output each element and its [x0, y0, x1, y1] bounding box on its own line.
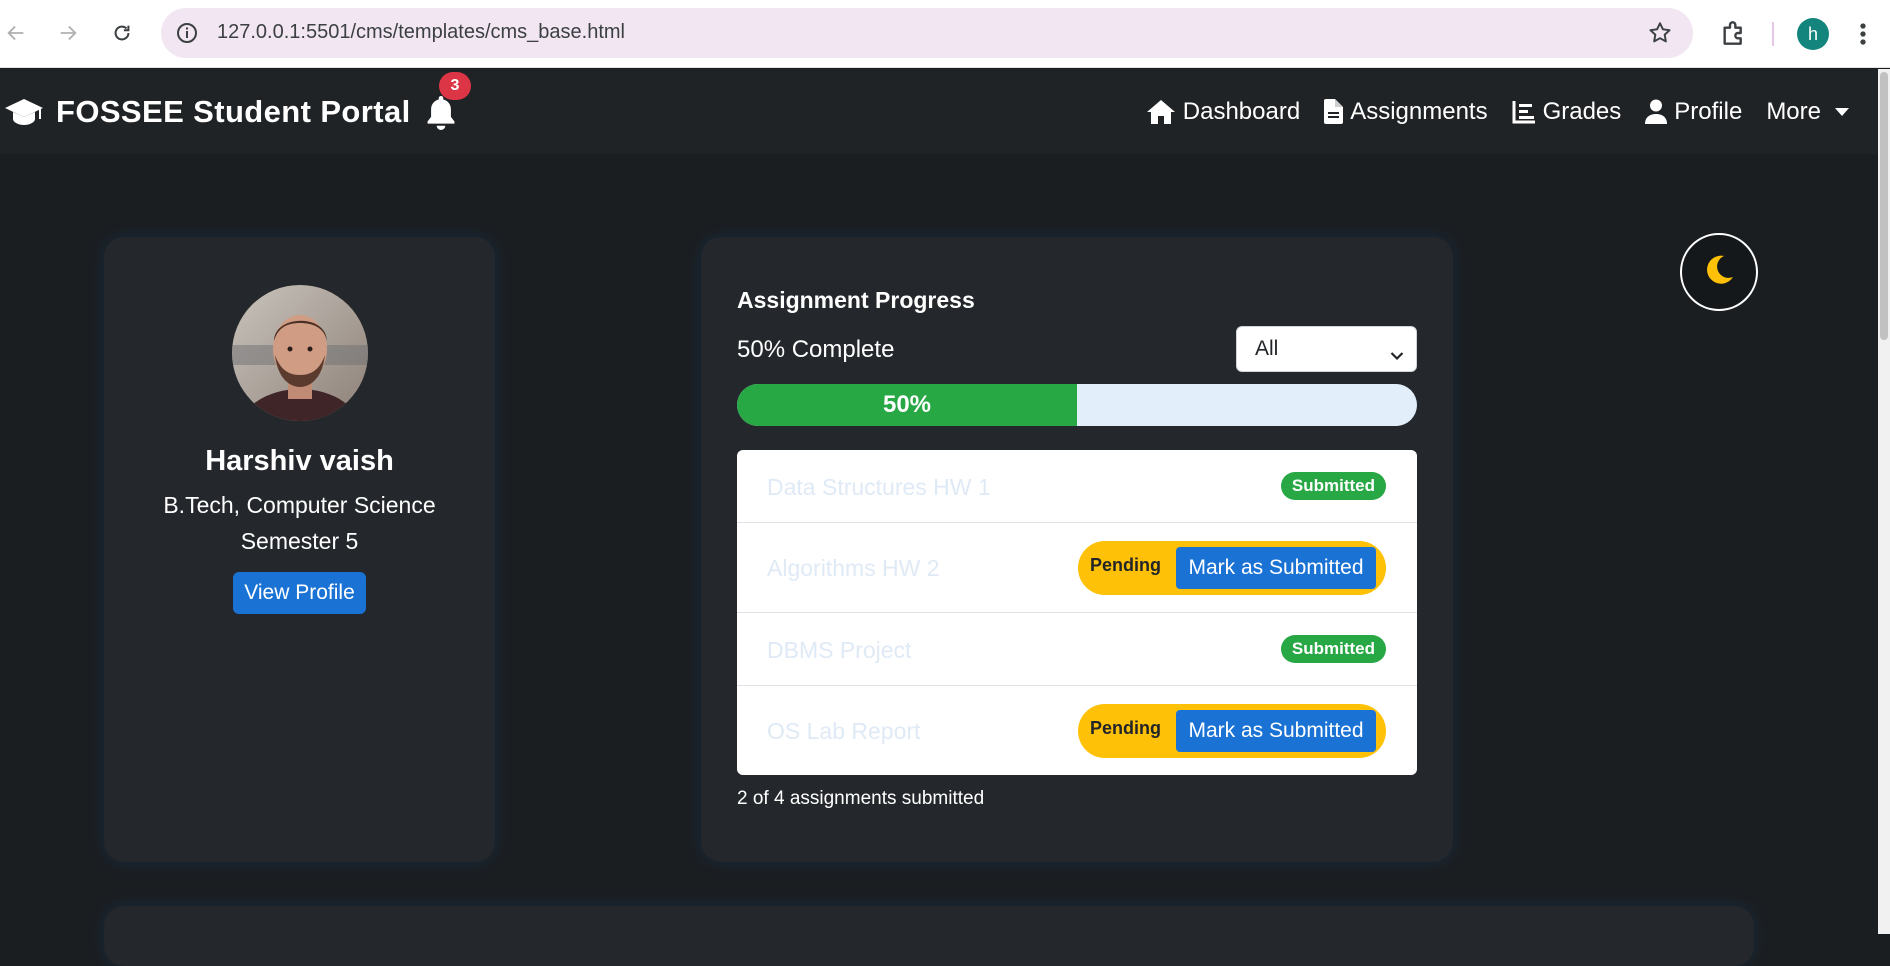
caret-down-icon [1835, 107, 1849, 116]
extensions-icon[interactable] [1718, 17, 1750, 54]
avatar [232, 285, 368, 421]
progress-bar-fill: 50% [737, 384, 1077, 426]
browser-menu-icon[interactable] [1856, 18, 1870, 55]
progress-title: Assignment Progress [737, 287, 975, 313]
browser-profile-avatar[interactable]: h [1797, 18, 1829, 50]
chevron-down-icon [1390, 343, 1404, 367]
status-badge: Submitted [1280, 472, 1386, 500]
file-icon [1324, 99, 1344, 124]
nav-more-label: More [1766, 97, 1821, 125]
toolbar-separator [1772, 22, 1774, 46]
nav-assignments-label: Assignments [1350, 97, 1488, 125]
progress-bar: 50% [737, 384, 1417, 426]
back-icon[interactable] [0, 17, 32, 49]
mark-as-submitted-button[interactable]: Mark as Submitted [1176, 710, 1376, 752]
list-item: Algorithms HW 2 Pending Mark as Submitte… [737, 523, 1417, 613]
list-item: OS Lab Report Pending Mark as Submitted [737, 686, 1417, 775]
nav-assignments[interactable]: Assignments [1324, 97, 1488, 126]
list-item: DBMS Project Submitted [737, 613, 1417, 686]
address-bar[interactable]: 127.0.0.1:5501/cms/templates/cms_base.ht… [161, 8, 1693, 58]
assignment-title: Algorithms HW 2 [767, 555, 940, 581]
assignment-list: Data Structures HW 1 Submitted Algorithm… [737, 450, 1417, 775]
user-icon [1645, 99, 1668, 124]
site-info-icon[interactable] [175, 21, 199, 50]
nav-dashboard-label: Dashboard [1182, 97, 1301, 125]
submission-summary: 2 of 4 assignments submitted [737, 788, 985, 809]
nav-profile-label: Profile [1674, 97, 1743, 125]
student-semester: Semester 5 [240, 528, 359, 554]
chart-icon [1512, 100, 1536, 124]
assignment-title: DBMS Project [767, 637, 912, 663]
student-program: B.Tech, Computer Science [163, 492, 436, 518]
browser-toolbar: 127.0.0.1:5501/cms/templates/cms_base.ht… [0, 0, 1890, 68]
forward-icon[interactable] [52, 17, 84, 49]
nav-profile[interactable]: Profile [1645, 98, 1742, 126]
student-name: Harshiv vaish [205, 445, 394, 477]
filter-selected-value: All [1255, 337, 1279, 360]
assignment-title: Data Structures HW 1 [767, 474, 991, 500]
brand-title: FOSSEE Student Portal [56, 94, 411, 129]
status-badge: Submitted [1280, 635, 1386, 663]
assignment-title: OS Lab Report [767, 718, 921, 744]
profile-card: Harshiv vaish B.Tech, Computer Science S… [104, 237, 495, 862]
pending-status-group: Pending Mark as Submitted [1078, 541, 1386, 595]
nav-more-dropdown[interactable]: More [1766, 98, 1849, 126]
home-icon [1146, 99, 1176, 125]
nav-grades-label: Grades [1542, 97, 1622, 125]
nav-links: Dashboard Assignments Grades Profile Mor… [1122, 69, 1849, 154]
progress-status-text: 50% Complete [737, 336, 895, 363]
theme-toggle-button[interactable] [1680, 233, 1758, 311]
nav-dashboard[interactable]: Dashboard [1146, 98, 1300, 126]
scrollbar-thumb[interactable] [1880, 72, 1888, 340]
url-text[interactable]: 127.0.0.1:5501/cms/templates/cms_base.ht… [217, 21, 625, 44]
view-profile-button[interactable]: View Profile [233, 572, 366, 614]
list-item: Data Structures HW 1 Submitted [737, 450, 1417, 523]
status-filter-select[interactable]: All [1236, 326, 1417, 372]
reload-icon[interactable] [106, 17, 138, 49]
moon-icon [1702, 253, 1736, 292]
notification-count-badge: 3 [439, 72, 471, 100]
brand-link[interactable]: FOSSEE Student Portal [4, 93, 411, 131]
bookmark-star-icon[interactable] [1647, 20, 1673, 51]
pending-status-group: Pending Mark as Submitted [1078, 704, 1386, 758]
lower-section-card [104, 906, 1754, 966]
status-badge: Pending [1090, 718, 1161, 738]
nav-grades[interactable]: Grades [1512, 97, 1622, 126]
graduation-cap-icon [4, 97, 44, 127]
status-badge: Pending [1090, 555, 1161, 575]
assignment-progress-card: Assignment Progress 50% Complete All 50%… [701, 237, 1453, 862]
mark-as-submitted-button[interactable]: Mark as Submitted [1176, 547, 1376, 589]
